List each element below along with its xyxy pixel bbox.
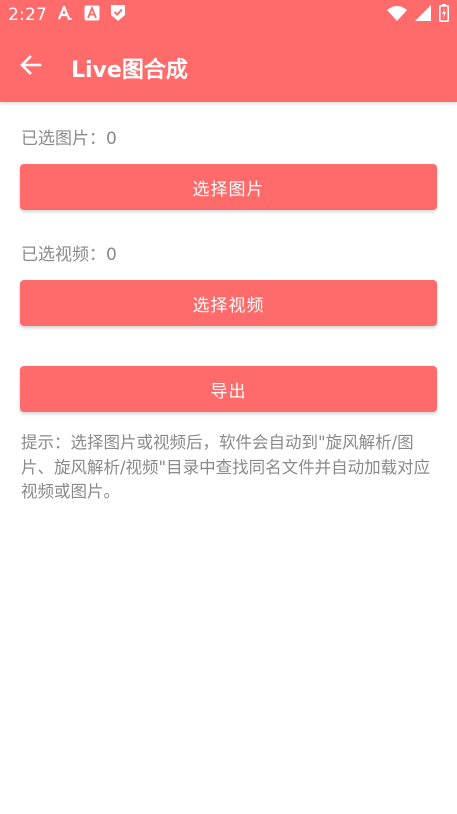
app-bar: 2:27 Live图合成 [0,0,457,102]
shield-check-icon [110,4,126,26]
toolbar: Live图合成 [0,32,457,102]
back-button[interactable] [14,50,48,84]
signal-icon [415,5,431,25]
status-notification-icons [56,4,126,26]
screen: 2:27 Live图合成 已选图片：0 选择图片 已选视频：0 选择视频 导出 … [0,0,457,814]
battery-charging-icon [439,4,449,26]
wifi-icon [387,5,407,25]
arrow-left-icon [19,53,43,81]
a-translate-icon [56,4,74,26]
hint-text: 提示：选择图片或视频后，软件会自动到"旋风解析/图片、旋风解析/视频"目录中查找… [21,433,431,501]
selected-videos-label: 已选视频：0 [21,245,117,265]
select-videos-button[interactable]: 选择视频 [20,280,437,326]
page-title: Live图合成 [71,58,188,83]
selected-images-label: 已选图片：0 [21,129,117,149]
status-time: 2:27 [8,5,47,25]
a-box-icon [84,5,100,25]
status-bar: 2:27 [0,0,457,32]
select-images-button[interactable]: 选择图片 [20,164,437,210]
export-button[interactable]: 导出 [20,366,437,412]
status-system-icons [387,4,449,26]
